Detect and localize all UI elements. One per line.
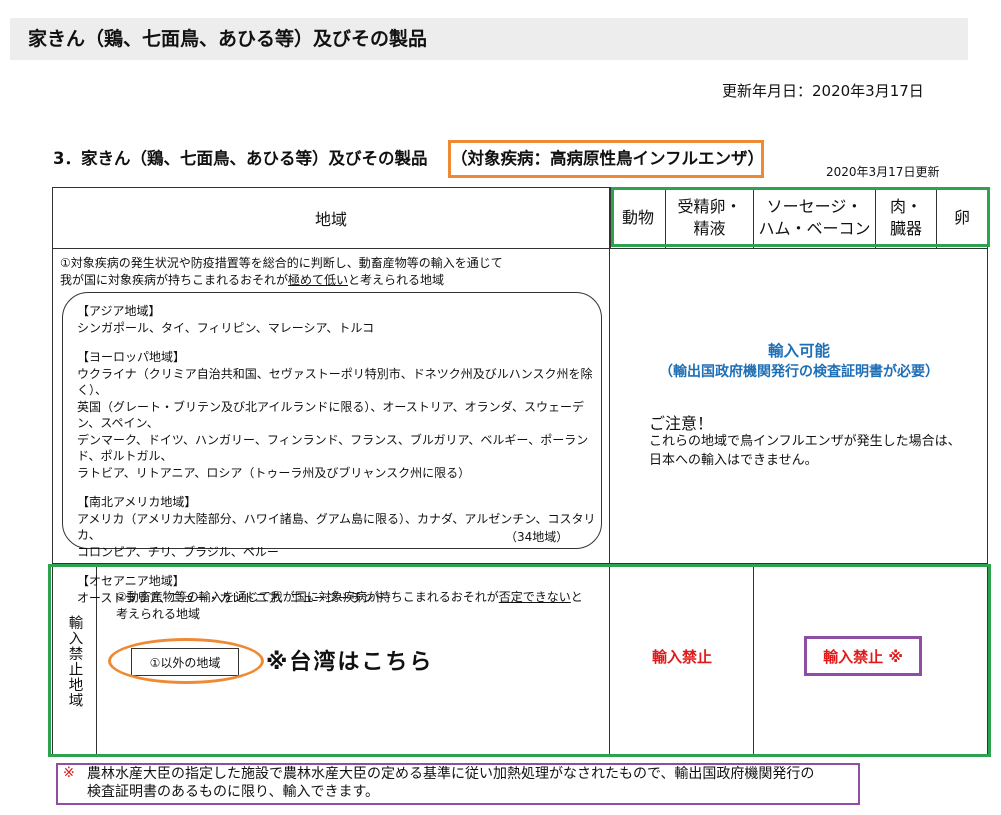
row1-intro-line2: 我が国に対象疾病が持ちこまれるおそれが極めて低いと考えられる地域 — [60, 272, 600, 289]
target-disease-highlight: （対象疾病：高病原性鳥インフルエンザ） — [448, 140, 764, 178]
region-americas: 【南北アメリカ地域】 アメリカ（アメリカ大陸部分、ハワイ諸島、グアム島に限る）、… — [77, 494, 597, 560]
row1-intro: ①対象疾病の発生状況や防疫措置等を総合的に判断し、動畜産物等の輸入を通じて 我が… — [60, 255, 600, 289]
footnote-mark: ※ — [63, 765, 75, 781]
region-europe-line2: 英国（グレート・ブリテン及び北アイルランドに限る）、オーストリア、オランダ、スウ… — [77, 399, 585, 431]
row1-intro-tail: と考えられる地域 — [348, 273, 445, 287]
region-asia: 【アジア地域】 シンガポール、タイ、フィリピン、マレーシア、トルコ — [77, 303, 597, 336]
footnote-text: 農林水産大臣の指定した施設で農林水産大臣の定める基準に従い加熱処理がなされたもの… — [87, 765, 857, 801]
region-count: （34地域） — [505, 530, 569, 544]
region-europe-line1: ウクライナ（クリミア自治共和国、セヴァストーポリ特別市、ドネツク州及びルハンスク… — [77, 366, 593, 398]
table-update-date: 2020年3月17日更新 — [826, 165, 940, 179]
green-highlight-prohibited-row — [48, 564, 991, 757]
import-allowed-condition: （輸出国政府機関発行の検査証明書が必要） — [659, 364, 939, 380]
row1-intro-underline: 極めて低い — [288, 273, 349, 287]
row1-intro-line1: ①対象疾病の発生状況や防疫措置等を総合的に判断し、動畜産物等の輸入を通じて — [60, 256, 503, 270]
region-europe-line4: ラトビア、リトアニア、ロシア（トゥーラ州及びブリャンスク州に限る） — [77, 465, 471, 480]
footnote-line2: 検査証明書のあるものに限り、輸入できます。 — [87, 784, 380, 800]
section-title: 3．家きん（鶏、七面鳥、あひる等）及びその製品 — [53, 149, 428, 168]
green-highlight-columns — [611, 187, 990, 247]
caution-line2: 日本への輸入はできません。 — [649, 453, 818, 468]
updated-date: 更新年月日：2020年3月17日 — [722, 82, 924, 100]
row1-intro-text: 我が国に対象疾病が持ちこまれるおそれが — [60, 273, 289, 287]
footnote-line1: 農林水産大臣の指定した施設で農林水産大臣の定める基準に従い加熱処理がなされたもの… — [87, 766, 815, 782]
region-americas-label: 【南北アメリカ地域】 — [77, 495, 197, 509]
region-americas-line2: コロンビア、チリ、ブラジル、ペルー — [77, 544, 279, 559]
caution-title: ご注意！ — [649, 414, 714, 433]
region-asia-countries: シンガポール、タイ、フィリピン、マレーシア、トルコ — [77, 320, 375, 335]
region-header-cell: 地域 — [52, 187, 610, 249]
page-title: 家きん（鶏、七面鳥、あひる等）及びその製品 — [28, 28, 428, 50]
region-europe-line3: デンマーク、ドイツ、ハンガリー、フィンランド、フランス、ブルガリア、ベルギー、ポ… — [77, 432, 589, 464]
row1-status-cell — [609, 248, 988, 564]
region-header-label: 地域 — [314, 210, 347, 229]
region-europe-label: 【ヨーロッパ地域】 — [77, 350, 186, 364]
caution-body: これらの地域で鳥インフルエンザが発生した場合は、 日本への輸入はできません。 — [649, 432, 961, 470]
caution-line1: これらの地域で鳥インフルエンザが発生した場合は、 — [649, 434, 961, 449]
import-allowed-title: 輸入可能 — [767, 342, 830, 360]
region-asia-label: 【アジア地域】 — [77, 304, 161, 318]
region-europe: 【ヨーロッパ地域】 ウクライナ（クリミア自治共和国、セヴァストーポリ特別市、ドネ… — [77, 349, 597, 481]
